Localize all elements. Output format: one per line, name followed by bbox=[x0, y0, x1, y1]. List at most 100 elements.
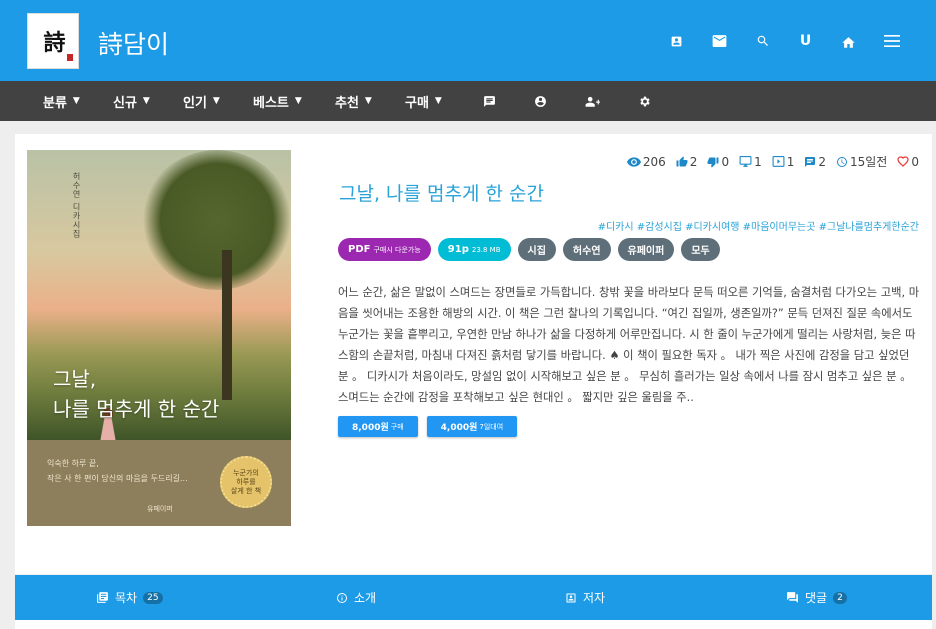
author-chip[interactable]: 허수연 bbox=[562, 238, 611, 261]
book-cover-image[interactable]: 허수연 디카시집 그날, 나를 멈추게 한 순간 익숙한 하루 끝, 작은 사 … bbox=[27, 150, 291, 526]
nav-item-purchase[interactable]: 구매 ▼ bbox=[405, 81, 442, 121]
tab-label: 소개 bbox=[354, 591, 377, 605]
heart-stat[interactable]: 0 bbox=[897, 155, 919, 169]
tab-intro[interactable]: 소개 bbox=[336, 575, 376, 620]
comments-stat: 2 bbox=[804, 155, 826, 169]
tree-illustration bbox=[142, 150, 291, 290]
user-initial-icon[interactable]: U bbox=[784, 27, 827, 55]
tab-toc[interactable]: 목차 25 bbox=[96, 575, 163, 620]
dislike-stat[interactable]: 0 bbox=[707, 155, 729, 169]
nav-item-best[interactable]: 베스트 ▼ bbox=[253, 81, 302, 121]
nav-label: 인기 bbox=[183, 95, 207, 111]
clock-icon bbox=[837, 156, 847, 167]
chevron-down-icon: ▼ bbox=[364, 96, 372, 106]
chevron-down-icon: ▼ bbox=[72, 96, 80, 106]
chevron-down-icon: ▼ bbox=[142, 96, 150, 106]
cover-subtitle-line: 작은 사 한 편이 당신의 마음을 두드리길... bbox=[47, 474, 188, 483]
profile-card-icon[interactable] bbox=[655, 27, 698, 55]
buy-note: 구매 bbox=[390, 422, 404, 431]
nav-label: 추천 bbox=[335, 95, 359, 111]
nav-label: 신규 bbox=[113, 95, 137, 111]
site-title[interactable]: 詩담이 bbox=[98, 25, 169, 61]
cover-bottom-panel: 익숙한 하루 끝, 작은 사 한 편이 당신의 마음을 두드리길... 유페이퍼… bbox=[27, 440, 291, 526]
book-title: 그날, 나를 멈추게 한 순간 bbox=[339, 183, 544, 205]
people-icon[interactable] bbox=[585, 81, 600, 121]
nav-item-category[interactable]: 분류 ▼ bbox=[43, 81, 80, 121]
tab-author[interactable]: 저자 bbox=[565, 575, 605, 620]
account-circle-icon[interactable] bbox=[534, 81, 547, 121]
contact-card-icon bbox=[566, 593, 576, 602]
comment-icon bbox=[805, 156, 816, 167]
monitor-icon bbox=[739, 155, 752, 167]
info-icon bbox=[337, 592, 347, 603]
buy-price: 8,000원 bbox=[352, 423, 389, 433]
mail-icon[interactable] bbox=[698, 27, 741, 55]
comments-count: 2 bbox=[818, 154, 826, 169]
nav-label: 분류 bbox=[43, 95, 67, 111]
chevron-down-icon: ▼ bbox=[294, 96, 302, 106]
pdf-note: 구매시 다운가능 bbox=[373, 245, 421, 254]
nav-item-recommend[interactable]: 추천 ▼ bbox=[335, 81, 372, 121]
tab-count-badge: 25 bbox=[143, 591, 163, 604]
tab-label: 저자 bbox=[583, 591, 606, 605]
tab-comments[interactable]: 댓글 2 bbox=[786, 575, 847, 620]
rent-note: 7일대여 bbox=[479, 422, 504, 431]
heart-icon bbox=[897, 156, 909, 167]
publisher-chip[interactable]: 유페이퍼 bbox=[617, 238, 675, 261]
rent-price: 4,000원 bbox=[440, 423, 478, 433]
chevron-down-icon: ▼ bbox=[212, 96, 220, 106]
menu-icon[interactable] bbox=[870, 27, 913, 55]
slideshow-icon bbox=[772, 155, 785, 167]
site-logo[interactable]: 詩 bbox=[27, 13, 79, 69]
badge-line: 누군가의 bbox=[233, 468, 259, 477]
rent-button[interactable]: 4,000원 7일대여 bbox=[426, 416, 518, 437]
genre-chip[interactable]: 시집 bbox=[517, 238, 556, 261]
forum-icon bbox=[787, 592, 798, 603]
logo-text: 詩 bbox=[43, 30, 65, 56]
logo-seal bbox=[67, 54, 73, 61]
home-icon[interactable] bbox=[827, 27, 870, 55]
cover-illustration: 허수연 디카시집 그날, 나를 멈추게 한 순간 bbox=[27, 150, 291, 464]
pdf-chip[interactable]: PDF 구매시 다운가능 bbox=[338, 238, 431, 261]
badge-line: 하루를 bbox=[236, 477, 256, 486]
screen-count: 1 bbox=[754, 154, 762, 169]
cover-subtitle: 익숙한 하루 끝, 작은 사 한 편이 당신의 마음을 두드리길... bbox=[47, 456, 188, 486]
cover-title-line: 나를 멈추게 한 순간 bbox=[53, 397, 220, 421]
tab-label: 목차 bbox=[115, 591, 138, 605]
screen-stat: 1 bbox=[739, 155, 762, 169]
date-stat: 15일전 bbox=[836, 153, 887, 170]
nav-label: 베스트 bbox=[253, 95, 289, 111]
tree-trunk bbox=[222, 250, 232, 400]
book-meta-chips: PDF 구매시 다운가능 91p 23.8 MB 시집 허수연 유페이퍼 모두 bbox=[338, 238, 720, 261]
dislikes-count: 0 bbox=[721, 154, 730, 169]
library-books-icon bbox=[97, 592, 108, 603]
audience-chip: 모두 bbox=[681, 238, 720, 261]
file-size: 23.8 MB bbox=[471, 245, 501, 254]
hearts-count: 0 bbox=[911, 154, 919, 169]
top-app-bar: 詩 詩담이 U bbox=[0, 0, 936, 81]
tab-content-area bbox=[15, 620, 932, 629]
book-stats: 206 2 0 1 1 2 15일전 0 bbox=[626, 153, 919, 170]
slides-count: 1 bbox=[786, 154, 795, 169]
nav-item-popular[interactable]: 인기 ▼ bbox=[183, 81, 220, 121]
category-navbar: 분류 ▼ 신규 ▼ 인기 ▼ 베스트 ▼ 추천 ▼ 구매 ▼ bbox=[0, 81, 936, 121]
message-icon[interactable] bbox=[483, 81, 496, 121]
tab-label: 댓글 bbox=[805, 591, 828, 605]
slides-stat: 1 bbox=[772, 154, 795, 169]
pdf-label: PDF bbox=[348, 244, 371, 255]
nav-label: 구매 bbox=[405, 95, 429, 111]
tab-count-badge: 2 bbox=[833, 591, 847, 604]
like-stat[interactable]: 2 bbox=[676, 155, 697, 169]
cover-badge: 누군가의 하루를 살게 한 책 bbox=[220, 456, 272, 508]
cover-title-line: 그날, bbox=[53, 367, 97, 391]
settings-icon[interactable] bbox=[638, 81, 651, 121]
purchase-buttons: 8,000원 구매 4,000원 7일대여 bbox=[338, 416, 518, 437]
thumb-down-icon bbox=[707, 157, 719, 167]
date-text: 15일전 bbox=[850, 155, 888, 169]
hashtag-links[interactable]: #디카시 #감성시집 #디카시여행 #마음이머무는곳 #그날나를멈추게한순간 bbox=[598, 218, 919, 233]
top-icon-group: U bbox=[655, 27, 913, 55]
nav-item-new[interactable]: 신규 ▼ bbox=[113, 81, 150, 121]
thumb-up-icon bbox=[676, 156, 688, 166]
buy-button[interactable]: 8,000원 구매 bbox=[338, 416, 418, 437]
search-icon[interactable] bbox=[741, 27, 784, 55]
